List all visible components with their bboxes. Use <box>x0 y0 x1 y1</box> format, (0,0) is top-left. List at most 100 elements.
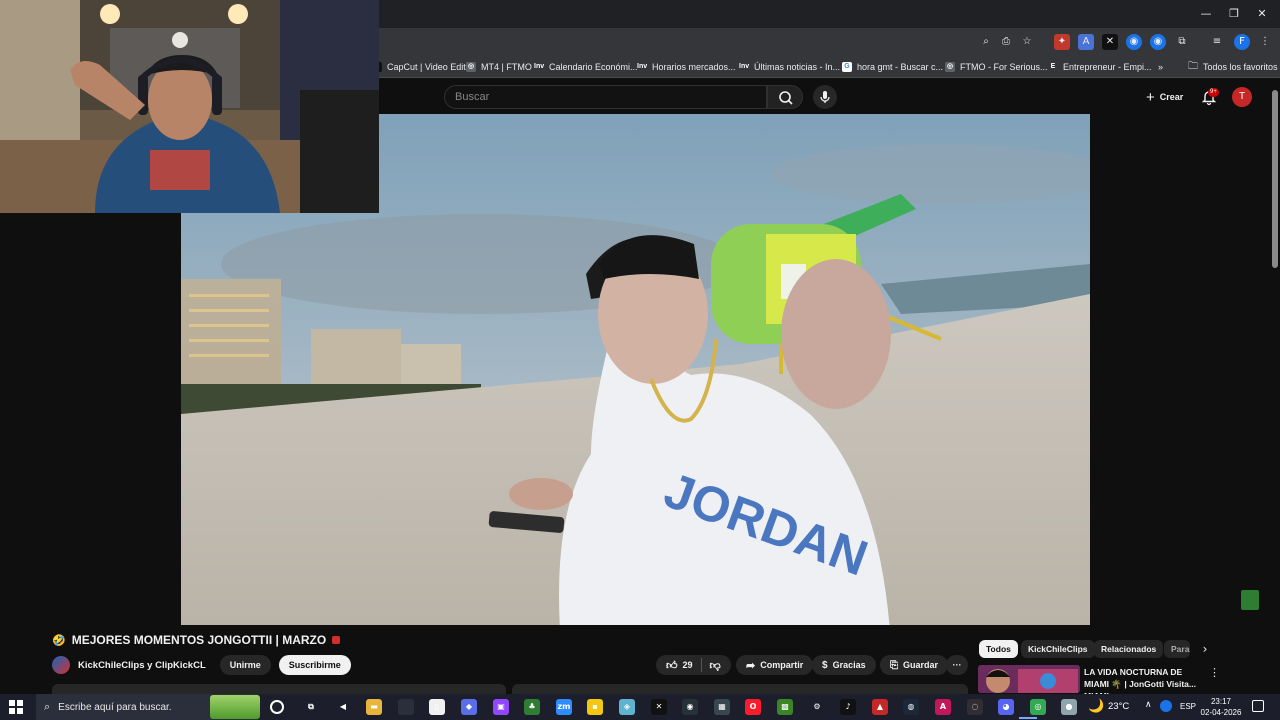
steam-icon[interactable]: ◍ <box>903 699 919 715</box>
chevron-right-icon[interactable]: › <box>1198 642 1212 656</box>
all-bookmarks-folder[interactable]: 🗀 Todos los favoritos <box>1188 59 1278 75</box>
restore-window-button[interactable]: ❐ <box>1226 6 1242 22</box>
share-icon: ➦ <box>746 659 756 672</box>
weather-moon-icon: 🌙 <box>1088 698 1105 713</box>
puzzle-icon[interactable]: ⧉ <box>1174 34 1190 50</box>
obs-icon[interactable]: ◌ <box>967 699 983 715</box>
notification-center-icon[interactable] <box>1252 700 1264 712</box>
minimize-window-button[interactable]: — <box>1198 6 1214 22</box>
account-avatar[interactable]: T <box>1232 87 1252 107</box>
chip-relacionados[interactable]: Relacionados <box>1094 640 1164 658</box>
app-media-icon[interactable]: ▦ <box>714 699 730 715</box>
close-window-button[interactable]: ✕ <box>1254 6 1270 22</box>
app-tree-icon[interactable]: ♣ <box>524 699 540 715</box>
windows-start-icon[interactable] <box>9 700 23 714</box>
task-view-icon[interactable]: ⧉ <box>303 699 319 715</box>
page-scrollbar[interactable] <box>1272 90 1278 268</box>
thumbs-down-icon[interactable]: 👎︎ <box>710 659 721 672</box>
thanks-button[interactable]: $ Gracias <box>812 655 876 675</box>
related-video-thumbnail[interactable] <box>978 665 1080 693</box>
tray-app-icon[interactable] <box>1160 700 1172 712</box>
capcut-app-icon[interactable]: ✕ <box>651 699 667 715</box>
bookmarks-overflow-button[interactable]: » <box>1158 59 1163 75</box>
bookmark-item[interactable]: ◎ MT4 | FTMO <box>466 59 532 75</box>
laughing-emoji-icon: 🤣 <box>52 634 66 647</box>
language-indicator[interactable]: ESP <box>1180 702 1196 711</box>
app-gray-icon[interactable]: ● <box>1061 699 1077 715</box>
translate-icon[interactable]: A <box>1078 34 1094 50</box>
app-disc-icon[interactable]: ◉ <box>682 699 698 715</box>
create-button[interactable]: + Crear <box>1138 86 1191 108</box>
taskbar-clock[interactable]: 23:17 02-04-2026 <box>1198 696 1244 718</box>
file-explorer-icon[interactable]: ▬ <box>366 699 382 715</box>
subscribe-button[interactable]: Suscribirme <box>278 655 351 675</box>
like-button[interactable]: 👍︎ 29 👎︎ <box>656 655 731 675</box>
chip-kickchileclips[interactable]: KickChileClips <box>1021 640 1095 658</box>
extension-icon[interactable]: ◉ <box>1150 34 1166 50</box>
cortana-icon[interactable] <box>270 700 284 714</box>
tiktok-icon[interactable]: ♪ <box>840 699 856 715</box>
settings-icon[interactable]: ⚙ <box>809 699 825 715</box>
bookmark-label: Últimas noticias - In... <box>754 62 841 72</box>
channel-name[interactable]: KickChileClips y ClipKickCL <box>78 660 206 671</box>
chip-todos[interactable]: Todos <box>979 640 1018 658</box>
extension-icon[interactable]: ✕ <box>1102 34 1118 50</box>
floating-extension-icon[interactable] <box>1241 590 1259 610</box>
investing-icon: Inv <box>739 62 750 72</box>
bookmark-item[interactable]: CapCut | Video Edit... <box>372 59 473 75</box>
bookmark-label: Entrepreneur - Empi... <box>1063 62 1152 72</box>
bookmark-item[interactable]: ◎ FTMO - For Serious... <box>945 59 1048 75</box>
more-actions-button[interactable]: ··· <box>946 655 968 675</box>
bookmark-item[interactable]: Inv Horarios mercados... <box>637 59 736 75</box>
twitch-icon[interactable]: ▣ <box>493 699 509 715</box>
opera-icon[interactable]: O <box>745 699 761 715</box>
extension-icon[interactable]: ✦ <box>1054 34 1070 50</box>
save-button[interactable]: ⎘ Guardar <box>880 655 949 675</box>
bookmark-item[interactable]: E Entrepreneur - Empi... <box>1048 59 1152 75</box>
menu-icon[interactable]: ⋮ <box>1257 34 1273 50</box>
profile-icon[interactable]: F <box>1234 34 1250 50</box>
thanks-icon: $ <box>822 659 828 671</box>
discord-icon[interactable]: ◕ <box>998 699 1014 715</box>
app-red-icon[interactable]: ▲ <box>872 699 888 715</box>
share-label: Compartir <box>760 660 804 670</box>
app-arrow-icon[interactable]: ◀ <box>335 699 351 715</box>
zoom-app-icon[interactable]: zm <box>556 699 572 715</box>
copilot-icon[interactable]: ◆ <box>461 699 477 715</box>
app-cube-icon[interactable]: ◈ <box>619 699 635 715</box>
media-icon[interactable]: ≡ <box>1209 34 1225 50</box>
extension-icon[interactable]: ◉ <box>1126 34 1142 50</box>
comments-box[interactable] <box>512 684 968 694</box>
zoom-icon[interactable]: ⌕ <box>978 34 994 50</box>
share-button[interactable]: ➦ Compartir <box>736 655 814 675</box>
adobe-icon[interactable]: A <box>935 699 951 715</box>
chrome-icon[interactable]: ◎ <box>1030 699 1046 715</box>
bookmark-label: FTMO - For Serious... <box>960 62 1048 72</box>
folder-icon: 🗀 <box>1188 60 1198 72</box>
sticky-notes-icon[interactable]: ▪ <box>587 699 603 715</box>
weather-temperature[interactable]: 23°C <box>1108 701 1129 712</box>
like-count: 29 <box>682 660 693 670</box>
related-more-icon[interactable]: ⋮ <box>1209 666 1220 679</box>
minecraft-icon[interactable]: ▩ <box>777 699 793 715</box>
join-button[interactable]: Unirme <box>219 655 271 675</box>
install-icon[interactable]: ⎙ <box>998 34 1014 50</box>
notepad-icon[interactable]: ▯ <box>429 699 445 715</box>
bookmark-label: hora gmt - Buscar c... <box>857 62 944 72</box>
app-blank-icon[interactable] <box>398 699 414 715</box>
investing-icon: Inv <box>637 62 648 72</box>
chip-para[interactable]: Para <box>1164 640 1190 658</box>
star-icon[interactable]: ☆ <box>1019 34 1035 50</box>
channel-avatar[interactable] <box>52 656 70 674</box>
bookmark-item[interactable]: Inv Calendario Económi... <box>534 59 638 75</box>
description-box[interactable] <box>52 684 506 694</box>
bookmark-item[interactable]: Inv Últimas noticias - In... <box>739 59 840 75</box>
bookmark-item[interactable]: Ghora gmt - Buscar c... <box>842 59 943 75</box>
tray-chevron-icon[interactable]: ∧ <box>1145 700 1152 710</box>
webcam-frame <box>0 0 379 213</box>
thumbnail-image <box>978 665 1080 693</box>
bookmark-icon: ⎘ <box>890 659 898 671</box>
voice-search-button[interactable] <box>813 85 837 109</box>
search-button[interactable] <box>767 85 803 109</box>
search-input[interactable] <box>445 86 766 108</box>
